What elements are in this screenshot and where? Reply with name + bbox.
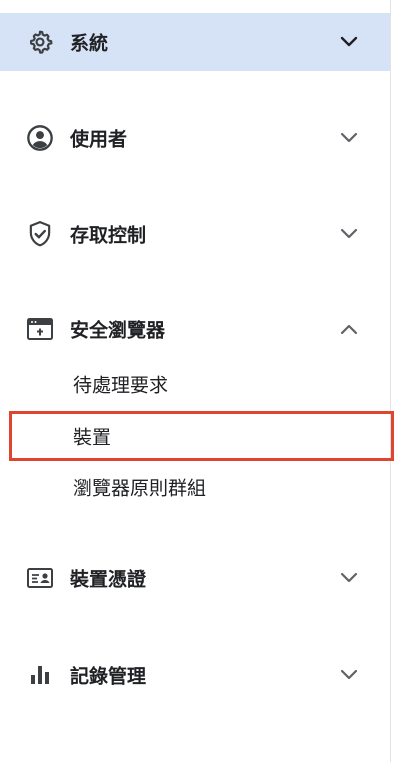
browser-window-icon bbox=[26, 315, 54, 343]
sidebar-item-access-control[interactable]: 存取控制 bbox=[0, 205, 390, 263]
bar-chart-icon bbox=[26, 661, 54, 689]
sidebar-divider bbox=[390, 0, 391, 762]
id-card-icon bbox=[26, 564, 54, 592]
sidebar-subitem-label: 裝置 bbox=[73, 426, 112, 449]
chevron-down-icon[interactable] bbox=[336, 565, 362, 591]
account-circle-icon bbox=[26, 124, 54, 152]
sidebar-subitem-devices[interactable]: 裝置 bbox=[0, 412, 390, 460]
chevron-up-icon[interactable] bbox=[336, 316, 362, 342]
sidebar-subitem-label: 待處理要求 bbox=[73, 374, 169, 397]
shield-check-icon bbox=[26, 220, 54, 248]
sidebar-item-secure-browser[interactable]: 安全瀏覽器 bbox=[0, 300, 390, 358]
sidebar-nav: 系統 使用者 存取控制 安全瀏覽器 待處理要求 裝置 瀏覽器原則群組 裝置憑證 … bbox=[0, 0, 390, 762]
sidebar-item-users[interactable]: 使用者 bbox=[0, 109, 390, 167]
sidebar-item-label: 裝置憑證 bbox=[70, 568, 147, 591]
chevron-down-icon[interactable] bbox=[336, 662, 362, 688]
sidebar-item-label: 使用者 bbox=[70, 128, 128, 151]
sidebar-subitem-pending-requests[interactable]: 待處理要求 bbox=[0, 360, 390, 408]
sidebar-item-system[interactable]: 系統 bbox=[0, 13, 390, 71]
chevron-down-icon[interactable] bbox=[336, 125, 362, 151]
sidebar-subitem-browser-policy-groups[interactable]: 瀏覽器原則群組 bbox=[0, 463, 390, 511]
sidebar-item-label: 系統 bbox=[70, 32, 109, 55]
sidebar-item-label: 存取控制 bbox=[70, 224, 147, 247]
sidebar-item-label: 記錄管理 bbox=[70, 665, 147, 688]
sidebar-subitem-label: 瀏覽器原則群組 bbox=[73, 477, 207, 500]
gear-icon bbox=[26, 28, 54, 56]
sidebar-item-label: 安全瀏覽器 bbox=[70, 319, 166, 342]
chevron-down-icon[interactable] bbox=[336, 29, 362, 55]
sidebar-item-log-management[interactable]: 記錄管理 bbox=[0, 646, 390, 704]
chevron-down-icon[interactable] bbox=[336, 221, 362, 247]
sidebar-item-device-certificates[interactable]: 裝置憑證 bbox=[0, 549, 390, 607]
